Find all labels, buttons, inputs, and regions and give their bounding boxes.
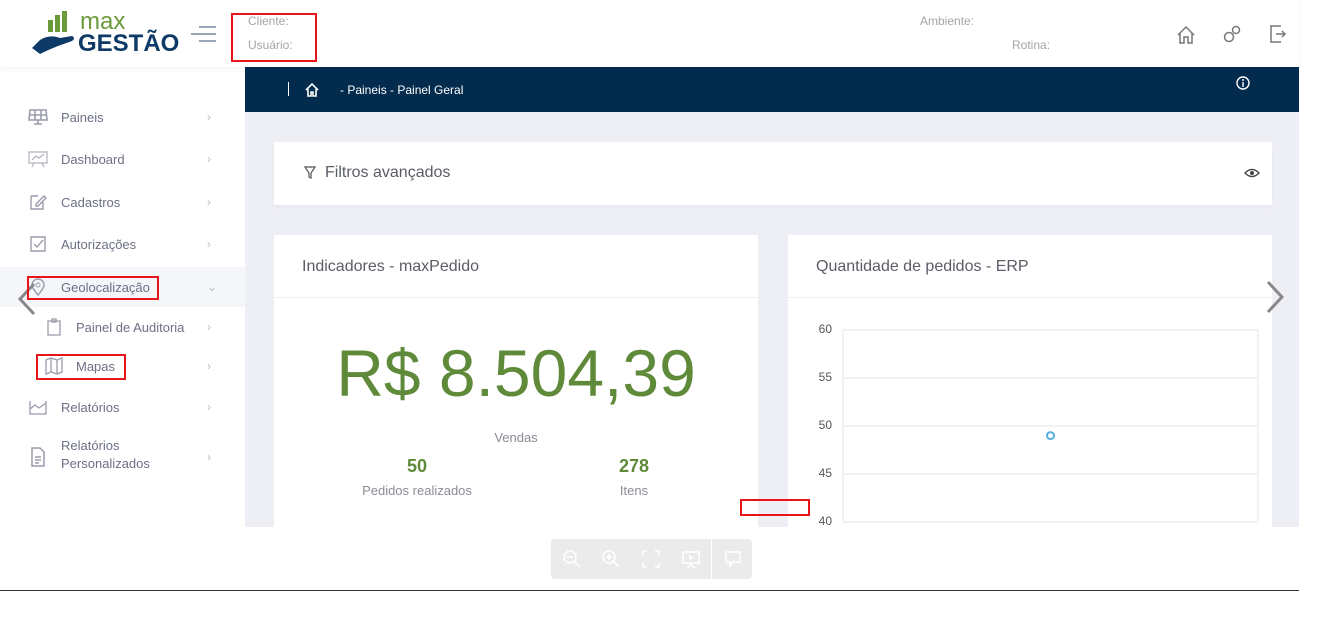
chevron-right-icon: › <box>207 320 211 334</box>
breadcrumb-path: - Paineis - Painel Geral <box>340 83 464 97</box>
orders-label: Pedidos realizados <box>362 483 472 498</box>
items-label: Itens <box>619 483 649 498</box>
filter-icon <box>304 166 316 179</box>
presentation-chart-icon <box>28 151 48 168</box>
eye-icon[interactable] <box>1244 167 1260 179</box>
solar-panel-icon <box>28 109 48 125</box>
chevron-right-icon: › <box>207 359 211 373</box>
zoom-in-icon[interactable] <box>601 549 621 569</box>
chevron-right-icon: › <box>207 110 211 124</box>
gears-icon[interactable] <box>1221 23 1243 45</box>
indicators-card: Indicadores - maxPedido R$ 8.504,39 Vend… <box>274 235 758 527</box>
sidebar-item-label: Cadastros <box>61 194 121 210</box>
sidebar-item-cadastros[interactable]: Cadastros › <box>0 182 245 222</box>
logo[interactable]: max GESTÃO <box>28 8 179 58</box>
checkbox-icon <box>30 236 46 252</box>
chevron-right-icon: › <box>207 152 211 166</box>
annotation-box <box>740 499 810 516</box>
y-tick-label: 60 <box>818 322 832 336</box>
ambiente-label: Ambiente: <box>920 14 975 28</box>
annotation-box <box>36 354 126 380</box>
advanced-filters-panel[interactable]: Filtros avançados <box>274 142 1272 205</box>
chevron-down-icon: ⌄ <box>207 280 218 294</box>
y-tick-label: 40 <box>818 514 832 527</box>
fullscreen-icon[interactable] <box>641 549 661 569</box>
menu-toggle-button[interactable] <box>191 26 217 44</box>
y-tick-label: 50 <box>818 418 832 432</box>
annotation-box <box>231 13 317 62</box>
chevron-right-icon: › <box>207 195 211 209</box>
divider <box>0 590 1299 591</box>
sidebar-item-paineis[interactable]: Paineis › <box>0 97 245 137</box>
chevron-right-icon: › <box>207 237 211 251</box>
sidebar-item-label: Painel de Auditoria <box>76 319 185 335</box>
y-tick-label: 55 <box>818 370 832 384</box>
report-chart-icon <box>29 401 47 415</box>
sidebar-item-label: Paineis <box>61 109 104 125</box>
top-header: max GESTÃO Cliente: Usuário: Ambiente: R… <box>0 0 1299 67</box>
sales-value: R$ 8.504,39 <box>336 336 696 410</box>
sidebar-item-label: Personalizados <box>61 456 150 471</box>
sidebar-item-label: Relatórios <box>61 438 120 453</box>
data-point[interactable] <box>1046 431 1055 441</box>
sidebar-item-autorizacoes[interactable]: Autorizações › <box>0 224 245 264</box>
logout-icon[interactable] <box>1268 24 1288 44</box>
info-icon[interactable] <box>1235 75 1251 91</box>
logo-text-bottom: GESTÃO <box>78 30 180 57</box>
rotina-label: Rotina: <box>1012 38 1051 52</box>
breadcrumb: - Paineis - Painel Geral <box>245 67 1299 112</box>
annotation-box <box>27 276 159 300</box>
clipboard-icon <box>47 318 61 336</box>
comment-icon[interactable] <box>723 549 743 569</box>
sidebar-item-relatorios-personalizados[interactable]: Relatórios Personalizados › <box>0 435 245 479</box>
sales-label: Vendas <box>494 430 538 445</box>
edit-icon <box>30 195 47 210</box>
present-icon[interactable] <box>681 549 701 569</box>
sidebar-item-label: Dashboard <box>61 151 125 167</box>
sidebar-item-dashboard[interactable]: Dashboard › <box>0 139 245 179</box>
logo-hand-icon <box>32 11 74 54</box>
main-content: - Paineis - Painel Geral Filtros avançad… <box>245 67 1299 527</box>
viewer-toolbar <box>551 539 752 579</box>
sidebar-item-relatorios[interactable]: Relatórios › <box>0 387 245 427</box>
chart-plot-area <box>842 329 1259 523</box>
orders-chart-card: Quantidade de pedidos - ERP 60 55 50 45 40 <box>788 235 1272 527</box>
chart-title: Quantidade de pedidos - ERP <box>816 258 1029 275</box>
document-icon <box>31 447 45 467</box>
card-title: Indicadores - maxPedido <box>302 258 479 275</box>
chevron-right-icon: › <box>207 450 211 464</box>
zoom-out-icon[interactable] <box>562 549 582 569</box>
home-icon[interactable] <box>1175 24 1197 46</box>
home-icon[interactable] <box>304 82 320 98</box>
items-value: 278 <box>618 456 650 476</box>
filters-label: Filtros avançados <box>325 164 451 181</box>
y-tick-label: 45 <box>818 466 832 480</box>
carousel-next-arrow-icon[interactable] <box>1264 280 1286 314</box>
sidebar-item-label: Autorizações <box>61 236 137 252</box>
chevron-right-icon: › <box>207 400 211 414</box>
orders-value: 50 <box>406 456 428 476</box>
sidebar-item-label: Relatórios <box>61 399 120 415</box>
